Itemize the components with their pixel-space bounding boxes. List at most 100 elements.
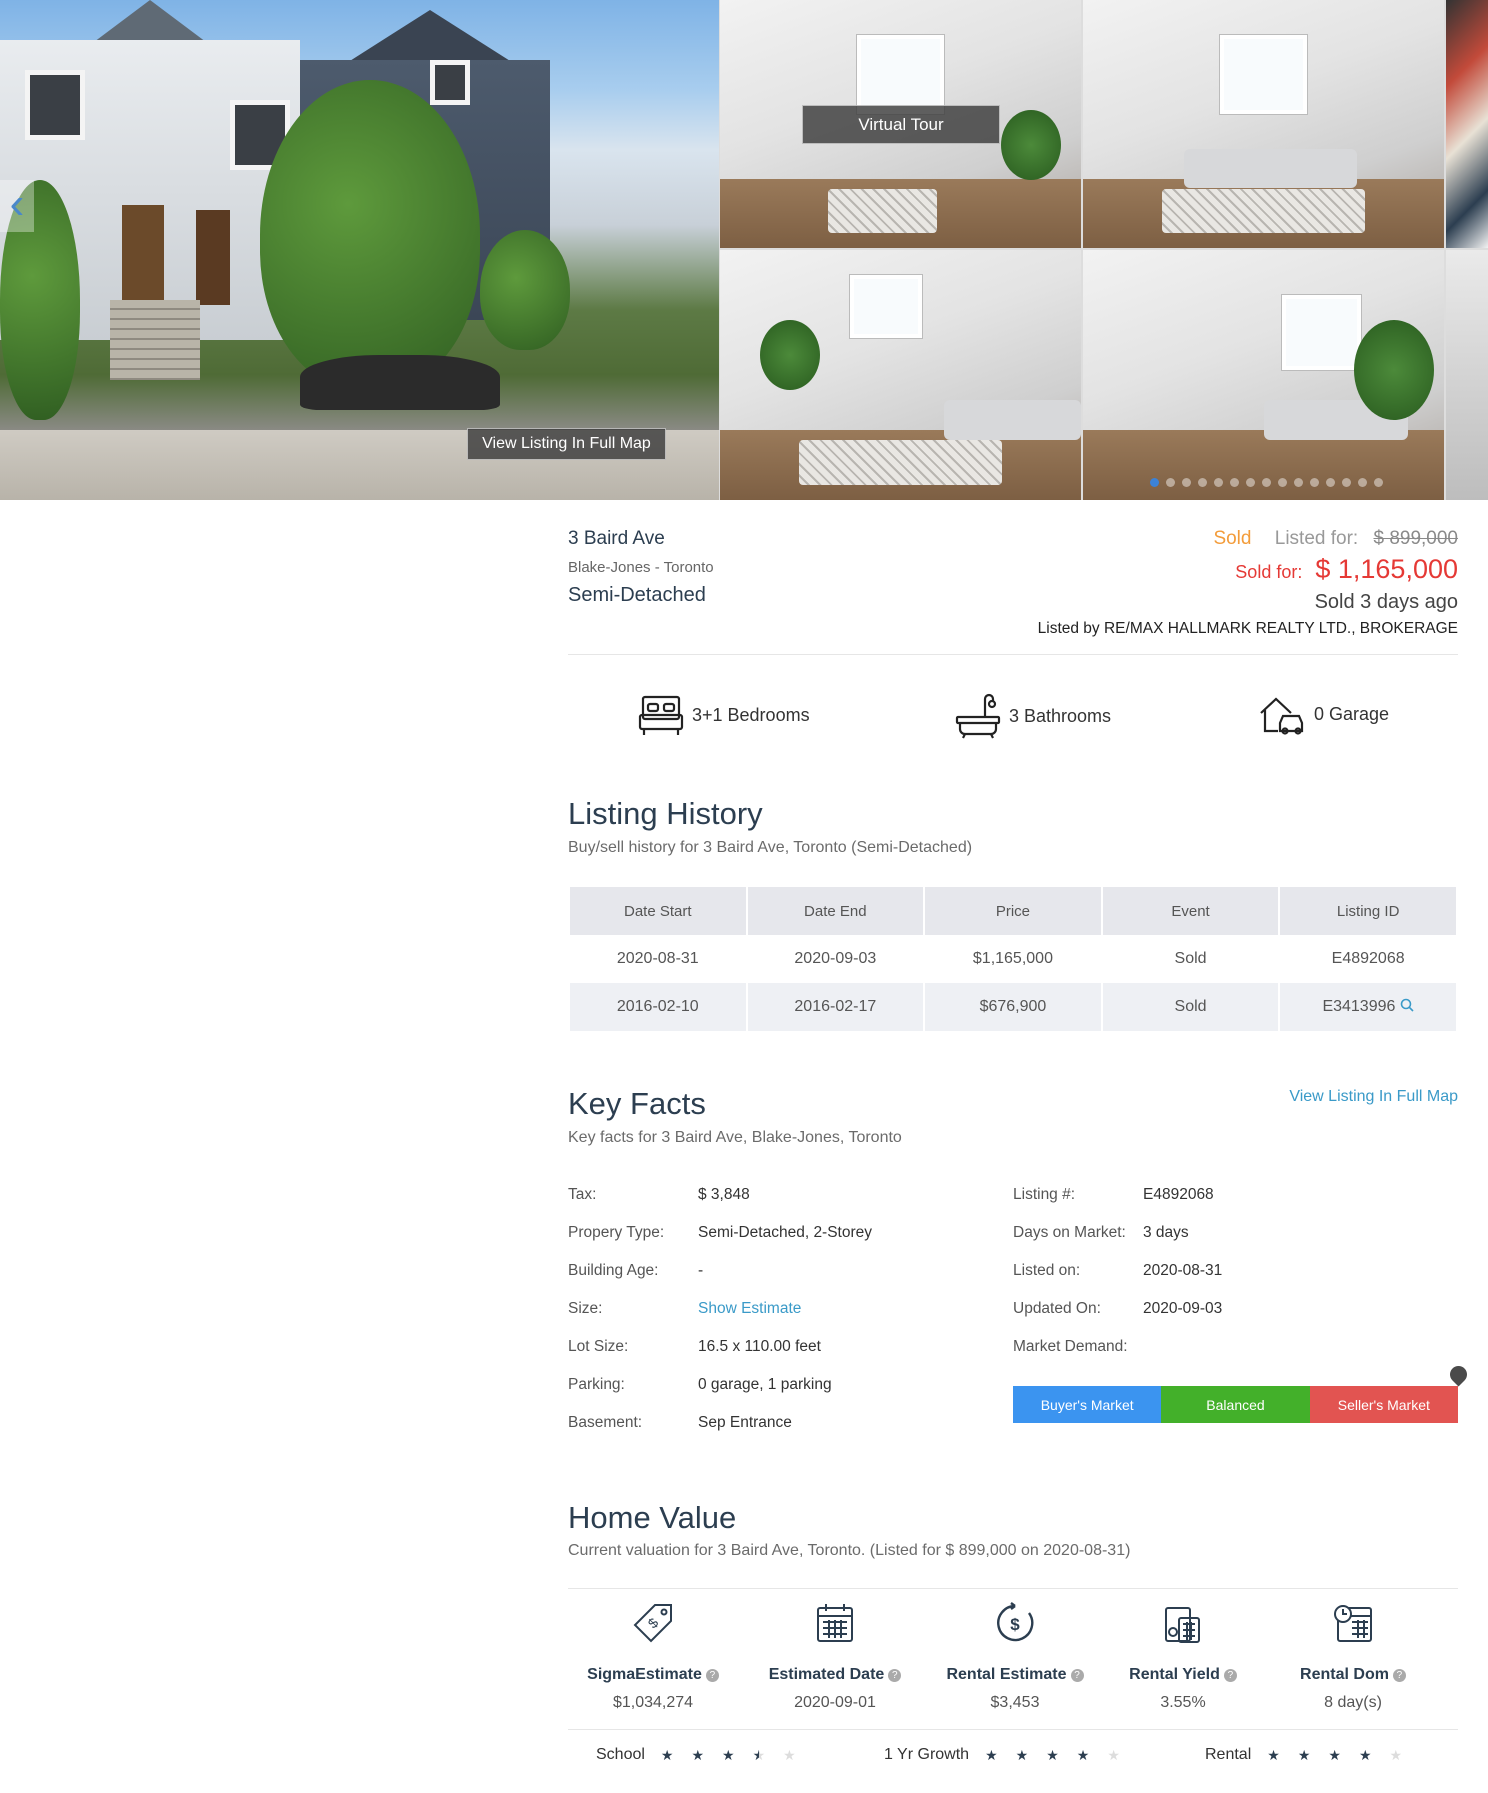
room-rug: [799, 440, 1002, 485]
star-icon: ★: [752, 1746, 766, 1763]
house-window: [25, 70, 85, 140]
interior-photo-fireplace[interactable]: [720, 250, 1081, 500]
gallery-dot[interactable]: [1198, 478, 1207, 487]
gallery-dot[interactable]: [1150, 478, 1159, 487]
help-icon[interactable]: ?: [888, 1669, 902, 1682]
gallery-dot[interactable]: [1374, 478, 1383, 487]
interior-photo-living[interactable]: [1083, 0, 1444, 248]
table-row: 2016-02-10 2016-02-17 $676,900 Sold E341…: [570, 983, 1456, 1031]
room-rug: [1162, 188, 1365, 234]
house-window: [430, 60, 470, 105]
room-rug: [828, 188, 937, 234]
kf-age-value: -: [698, 1262, 704, 1279]
help-icon[interactable]: ?: [705, 1669, 719, 1682]
gallery-dot[interactable]: [1214, 478, 1223, 487]
gallery-dot[interactable]: [1358, 478, 1367, 487]
room-plant: [760, 320, 820, 390]
star-icon: ★: [1389, 1746, 1403, 1763]
header-price: Price: [925, 887, 1101, 935]
kf-lot-value: 16.5 x 110.00 feet: [698, 1338, 821, 1355]
hv-rental-estimate: $ Rental Estimate? $3,453: [930, 1598, 1100, 1712]
star-icon: ★: [1297, 1746, 1311, 1763]
kf-tax-label: Tax:: [568, 1186, 597, 1203]
garden-bed: [300, 355, 500, 410]
hv-rental-dom: Rental Dom? 8 day(s): [1268, 1598, 1438, 1712]
listed-price: $ 899,000: [1373, 528, 1458, 549]
gallery-dot[interactable]: [1262, 478, 1271, 487]
feature-garage: 0 Garage: [1258, 693, 1389, 735]
key-facts-subtitle: Key facts for 3 Baird Ave, Blake-Jones, …: [568, 1129, 902, 1146]
kf-type-label: Propery Type:: [568, 1224, 665, 1241]
gallery-prev-arrow-icon[interactable]: ‹: [0, 180, 34, 232]
front-steps: [110, 300, 200, 380]
front-door: [196, 210, 230, 305]
room-window: [1220, 34, 1307, 115]
listing-id-link[interactable]: E3413996: [1280, 983, 1456, 1031]
hv-sigma-estimate: $ SigmaEstimate? $1,034,274: [568, 1598, 738, 1712]
interior-photo-dining[interactable]: [1083, 250, 1444, 500]
svg-text:$: $: [645, 1614, 662, 1631]
gallery-dot[interactable]: [1182, 478, 1191, 487]
show-estimate-link[interactable]: Show Estimate: [698, 1300, 801, 1318]
interior-photo-partial[interactable]: [1446, 250, 1488, 500]
rental-estimate-value: $3,453: [990, 1694, 1040, 1711]
virtual-tour-button[interactable]: Virtual Tour: [802, 105, 1000, 144]
main-house-photo[interactable]: [0, 0, 719, 500]
gallery-dot[interactable]: [1166, 478, 1175, 487]
interior-photo-art[interactable]: [1446, 0, 1488, 248]
kf-market-demand-label: Market Demand:: [1013, 1338, 1128, 1355]
kf-updated-label: Updated On:: [1013, 1300, 1101, 1317]
kf-lot-label: Lot Size:: [568, 1338, 629, 1355]
gallery-dot[interactable]: [1310, 478, 1319, 487]
kf-listed-on-label: Listed on:: [1013, 1262, 1081, 1279]
home-value-subtitle: Current valuation for 3 Baird Ave, Toron…: [568, 1542, 1131, 1559]
view-full-map-link[interactable]: View Listing In Full Map: [1250, 1088, 1458, 1106]
listing-history-subtitle: Buy/sell history for 3 Baird Ave, Toront…: [568, 839, 973, 856]
room-sofa: [943, 400, 1081, 440]
help-icon[interactable]: ?: [1070, 1669, 1084, 1682]
tree: [260, 80, 480, 390]
sellers-market-segment: Seller's Market: [1309, 1386, 1458, 1423]
listing-id-link-text[interactable]: E3413996: [1322, 998, 1395, 1015]
star-icon: ★: [1046, 1746, 1059, 1763]
cell-event: Sold: [1102, 983, 1279, 1031]
buyers-market-segment: Buyer's Market: [1013, 1386, 1162, 1423]
hv-estimated-date: Estimated Date? 2020-09-01: [750, 1598, 920, 1712]
cell-date-end: 2016-02-17: [747, 983, 924, 1031]
kf-parking-label: Parking:: [568, 1376, 625, 1393]
cell-event: Sold: [1174, 950, 1207, 967]
bedrooms-label: 3+1 Bedrooms: [692, 704, 810, 725]
listing-history-table: Date Start Date End Price Event Listing …: [568, 887, 1458, 1031]
photo-gallery[interactable]: Virtual Tour View Listing In Full Map ‹: [0, 0, 1488, 500]
ratings-row: School ★ ★ ★ ★ ★ 1 Yr Growth ★ ★ ★ ★ ★ Rental ★ ★…: [568, 1746, 1458, 1776]
calculator-icon: [1098, 1598, 1268, 1648]
rating-stars: ★ ★ ★ ★ ★: [1267, 1747, 1402, 1764]
dollar-cycle-icon: $: [930, 1598, 1100, 1648]
listed-by: Listed by RE/MAX HALLMARK REALTY LTD., B…: [1037, 620, 1458, 637]
search-icon[interactable]: [1400, 998, 1414, 1015]
gallery-dot[interactable]: [1294, 478, 1303, 487]
gallery-pagination[interactable]: [1150, 478, 1383, 487]
gallery-dot[interactable]: [1278, 478, 1287, 487]
help-icon[interactable]: ?: [1392, 1669, 1406, 1682]
header-event: Event: [1102, 887, 1279, 935]
rating-growth: 1 Yr Growth ★ ★ ★ ★ ★: [884, 1746, 1120, 1764]
feature-bathrooms: 3 Bathrooms: [955, 693, 1111, 739]
sold-for-label: Sold for:: [1235, 562, 1303, 582]
view-full-map-button[interactable]: View Listing In Full Map: [467, 428, 666, 460]
gallery-dot[interactable]: [1326, 478, 1335, 487]
rating-school: School ★ ★ ★ ★ ★: [596, 1746, 796, 1764]
calendar-clock-icon: [1268, 1598, 1438, 1648]
room-window: [1281, 295, 1361, 370]
sigma-estimate-label: SigmaEstimate: [587, 1666, 702, 1683]
help-icon[interactable]: ?: [1223, 1669, 1237, 1682]
svg-text:$: $: [1010, 1615, 1020, 1634]
gallery-dot[interactable]: [1246, 478, 1255, 487]
rating-school-label: School: [596, 1746, 645, 1763]
room-art: [849, 275, 923, 338]
kf-basement-label: Basement:: [568, 1414, 643, 1431]
kf-updated-value: 2020-09-03: [1143, 1300, 1223, 1317]
gallery-dot[interactable]: [1230, 478, 1239, 487]
star-icon: ★: [1076, 1746, 1090, 1763]
gallery-dot[interactable]: [1342, 478, 1351, 487]
